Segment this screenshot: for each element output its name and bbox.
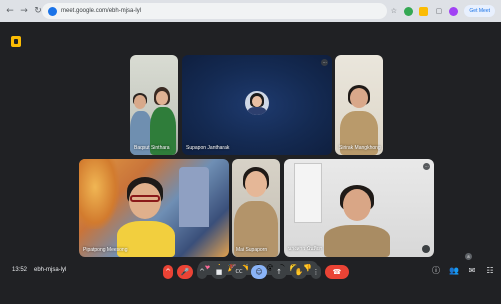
center-controls: ^ 🎤 ^ ■ CC ☺ ↑ ✋ ⋮ ☎: [163, 264, 349, 280]
side-panel-controls: ⓘ 👥 ✉ ☷: [431, 265, 495, 277]
more-options-button[interactable]: ⋮: [311, 265, 321, 279]
participant-name: Supapon Jantharak: [186, 145, 230, 151]
participant-tile[interactable]: Mai Supaporn: [232, 159, 280, 257]
address-bar[interactable]: meet.google.com/ebh-mjsa-lyl: [42, 3, 387, 19]
more-options-icon[interactable]: ⋯: [423, 163, 430, 170]
captions-button[interactable]: CC: [231, 265, 247, 279]
reactions-button[interactable]: ☺: [251, 265, 267, 279]
extension-icon[interactable]: [419, 6, 429, 16]
camera-button[interactable]: ■: [211, 265, 227, 279]
forward-icon[interactable]: →: [18, 3, 30, 19]
participant-face: [350, 88, 368, 108]
meet-stage: Baqsut Sinthara ⋯ Supapon Jantharak Siri…: [0, 22, 501, 304]
participant-tile[interactable]: Baqsut Sinthara: [130, 55, 178, 155]
extensions-area: ☆ ▢ Get Meet: [389, 3, 495, 19]
site-info-icon[interactable]: [48, 6, 57, 16]
participant-name: Mai Supaporn: [236, 247, 268, 253]
participant-name: Sirirak Mangkhong: [339, 145, 381, 151]
back-icon[interactable]: ←: [4, 3, 16, 19]
background-door: [294, 163, 322, 223]
participant-name: Pipatpong Meesong: [83, 247, 128, 253]
downloads-icon[interactable]: ▢: [434, 7, 443, 16]
avatar-body: [248, 107, 266, 115]
meeting-code: ebh-mjsa-lyl: [34, 267, 67, 273]
participant-tile[interactable]: ⋯ Supapon Jantharak: [182, 55, 332, 155]
participant-tile[interactable]: Sirirak Mangkhong: [335, 55, 383, 155]
chat-icon[interactable]: ✉: [467, 265, 477, 277]
camera-options-caret-icon[interactable]: ^: [197, 265, 207, 279]
raise-hand-button[interactable]: ✋: [291, 265, 307, 279]
present-screen-button[interactable]: ↑: [271, 265, 287, 279]
participant-face: [343, 189, 371, 221]
participant-face: [156, 91, 168, 105]
mic-off-button[interactable]: 🎤: [177, 265, 193, 279]
mic-options-caret-icon[interactable]: ^: [163, 265, 173, 279]
profile-button[interactable]: Get Meet: [464, 5, 495, 17]
meeting-info-icon[interactable]: ⓘ: [431, 265, 441, 277]
background-tree: [79, 159, 119, 229]
more-options-icon[interactable]: ⋯: [321, 59, 328, 66]
url-text: meet.google.com/ebh-mjsa-lyl: [61, 8, 142, 14]
meeting-clock: 13:52: [12, 267, 28, 273]
pin-icon[interactable]: [422, 245, 430, 253]
participant-tile[interactable]: Pipatpong Meesong: [79, 159, 229, 257]
participant-tile[interactable]: ⋯ นางสาว นันทิยา: [284, 159, 434, 257]
leave-call-button[interactable]: ☎: [325, 265, 349, 279]
browser-toolbar: ← → ↻ meet.google.com/ebh-mjsa-lyl ☆ ▢ G…: [0, 0, 501, 22]
participant-face: [134, 95, 146, 109]
participant-glasses: [130, 195, 160, 202]
participant-avatar: [245, 91, 269, 115]
participant-name: Baqsut Sinthara: [134, 145, 170, 151]
background-castle: [179, 167, 209, 227]
activities-icon[interactable]: ☷: [485, 265, 495, 277]
meet-logo-icon: [11, 36, 21, 47]
avatar-face: [252, 96, 262, 107]
profile-avatar-icon[interactable]: [449, 6, 459, 16]
bookmark-star-icon[interactable]: ☆: [389, 7, 398, 16]
extension-icon[interactable]: [404, 6, 414, 16]
people-icon[interactable]: 👥: [449, 265, 459, 277]
nav-buttons: ← → ↻: [4, 3, 44, 19]
meeting-controls-bar: 13:52 ebh-mjsa-lyl ^ 🎤 ^ ■ CC ☺ ↑ ✋ ⋮ ☎ …: [0, 264, 501, 282]
participant-face: [245, 171, 267, 197]
participant-body: [324, 225, 390, 257]
participant-count-badge: 8: [465, 253, 472, 260]
participant-name: นางสาว นันทิยา: [288, 246, 323, 252]
